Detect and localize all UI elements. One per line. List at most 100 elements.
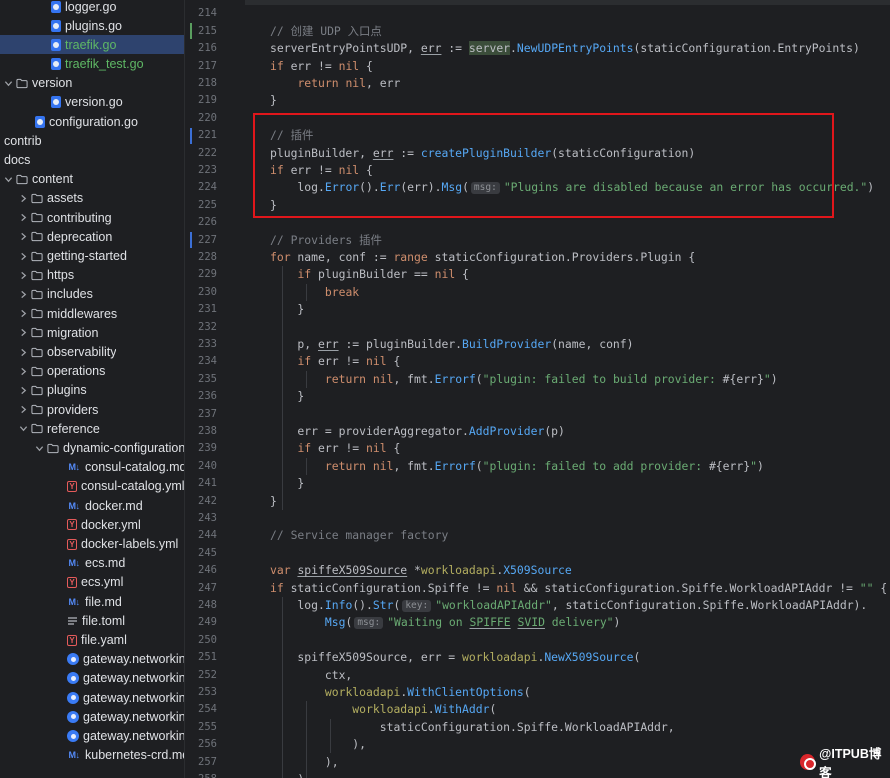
code-token: nil xyxy=(366,354,387,369)
line-number: 255 xyxy=(198,720,217,733)
tree-item[interactable]: dynamic-configuration xyxy=(0,439,185,458)
code-token: ), xyxy=(270,737,367,752)
chevron-right-icon[interactable] xyxy=(17,365,29,377)
tree-item[interactable]: gateway.networking.k8s.io_gateways.yaml xyxy=(0,669,184,688)
tree-item[interactable]: file.toml xyxy=(0,611,184,630)
tree-item[interactable]: Yfile.yaml xyxy=(0,631,184,650)
code-line: break xyxy=(270,284,359,301)
code-token: err != xyxy=(283,58,339,73)
chevron-right-icon[interactable] xyxy=(17,384,29,396)
chevron-right-icon[interactable] xyxy=(17,327,29,339)
chevron-right-icon[interactable] xyxy=(17,231,29,243)
code-token: (staticConfiguration.EntryPoints) xyxy=(633,41,860,56)
tree-item[interactable]: M↓ kubernetes-crd.md xyxy=(0,746,185,765)
tree-item[interactable]: M↓ consul-catalog.md xyxy=(0,458,185,477)
tree-item[interactable]: operations xyxy=(0,362,184,381)
chevron-right-icon[interactable] xyxy=(17,250,29,262)
tree-item[interactable]: gateway.networking.k8s.io_httproutes.yam… xyxy=(0,688,184,707)
tree-item[interactable]: Yecs.yml xyxy=(0,573,184,592)
tree-item[interactable]: Ydocker.yml xyxy=(0,515,184,534)
tree-item[interactable]: configuration.go xyxy=(0,112,184,131)
tree-item[interactable]: assets xyxy=(0,189,184,208)
tree-item-label: gateway.networking.k8s.io_tlsroutes.yaml xyxy=(83,729,185,744)
code-token: WithClientOptions xyxy=(407,684,524,699)
code-line: } xyxy=(270,92,277,109)
tree-item[interactable]: gateway.networking.k8s.io_gatewayclasses… xyxy=(0,650,184,669)
code-token: (name, conf) xyxy=(551,336,634,351)
tree-item[interactable]: content xyxy=(0,170,184,189)
vcs-change-marker[interactable] xyxy=(190,23,192,40)
tree-item-label: version.go xyxy=(65,95,123,110)
chevron-down-icon[interactable] xyxy=(2,173,14,185)
line-number: 219 xyxy=(198,94,217,107)
tree-item[interactable]: deprecation xyxy=(0,227,184,246)
tree-item[interactable]: traefik.go xyxy=(0,35,184,55)
tree-item[interactable]: contributing xyxy=(0,208,184,227)
tree-item[interactable]: https xyxy=(0,266,184,285)
tree-item[interactable]: providers xyxy=(0,400,184,419)
tree-item[interactable]: contrib xyxy=(0,131,184,150)
code-token: if xyxy=(297,354,312,369)
tree-item[interactable]: includes xyxy=(0,285,184,304)
tree-item[interactable]: version xyxy=(0,74,184,93)
line-number: 228 xyxy=(198,250,217,263)
folder-icon xyxy=(31,231,43,243)
tree-item[interactable]: plugins.go xyxy=(0,16,184,35)
chevron-right-icon[interactable] xyxy=(17,308,29,320)
code-token: workloadapi xyxy=(352,702,428,717)
code-line: log.Error().Err(err).Msg(msg: "Plugins ar… xyxy=(270,179,874,196)
tree-item[interactable]: plugins xyxy=(0,381,184,400)
tree-item[interactable]: docs xyxy=(0,151,184,170)
vcs-change-marker[interactable] xyxy=(190,232,192,248)
folder-icon xyxy=(31,269,43,281)
code-token: Msg xyxy=(441,180,463,195)
code-token: { xyxy=(359,162,373,177)
folder-icon xyxy=(47,442,59,454)
code-token: (). xyxy=(352,597,373,612)
tree-item[interactable]: gateway.networking.k8s.io_tcproutes.yaml xyxy=(0,707,184,726)
line-number: 227 xyxy=(198,233,217,246)
tree-item[interactable]: reference xyxy=(0,419,184,438)
code-editor[interactable]: // 创建 UDP 入口点 serverEntryPointsUDP, err :… xyxy=(245,0,890,778)
chevron-right-icon[interactable] xyxy=(17,404,29,416)
tree-item-label: dynamic-configuration xyxy=(63,441,185,456)
code-token: delivery" xyxy=(544,615,614,630)
code-token: ( xyxy=(393,597,401,612)
tree-item[interactable]: M↓ file.md xyxy=(0,592,184,611)
folder-icon xyxy=(31,288,43,300)
tree-item[interactable]: observability xyxy=(0,343,184,362)
code-token: (p) xyxy=(544,423,565,438)
line-number: 222 xyxy=(198,146,217,159)
chevron-down-icon[interactable] xyxy=(17,423,29,435)
chevron-right-icon[interactable] xyxy=(17,212,29,224)
chevron-right-icon[interactable] xyxy=(17,288,29,300)
tree-item[interactable]: M↓ docker.md xyxy=(0,496,184,515)
chevron-right-icon[interactable] xyxy=(17,346,29,358)
vcs-change-marker[interactable] xyxy=(190,127,192,144)
indent-guide xyxy=(306,283,307,302)
tree-item[interactable]: logger.go xyxy=(0,0,184,16)
tree-item[interactable]: middlewares xyxy=(0,304,184,323)
code-token: ) xyxy=(613,615,621,630)
code-token: createPluginBuilder xyxy=(420,145,552,160)
tree-item[interactable]: getting-started xyxy=(0,247,184,266)
code-token: { xyxy=(386,354,401,369)
chevron-right-icon[interactable] xyxy=(17,269,29,281)
code-line: // Providers 插件 xyxy=(270,232,382,249)
tree-item[interactable]: traefik_test.go xyxy=(0,55,184,74)
tree-item[interactable]: gateway.networking.k8s.io_tlsroutes.yaml xyxy=(0,727,185,746)
tree-item[interactable]: version.go xyxy=(0,93,184,112)
chevron-down-icon[interactable] xyxy=(33,442,45,454)
chevron-right-icon[interactable] xyxy=(17,192,29,204)
tree-item[interactable]: Yconsul-catalog.yml xyxy=(0,477,184,496)
tree-item[interactable]: M↓ ecs.md xyxy=(0,554,184,573)
chevron-down-icon[interactable] xyxy=(2,77,14,89)
tree-item[interactable]: migration xyxy=(0,323,184,342)
tree-item-label: observability xyxy=(47,345,117,360)
code-token: // 创建 UDP 入口点 xyxy=(270,23,382,38)
code-token: pluginBuilder, xyxy=(270,145,373,160)
tree-item[interactable]: Ydocker-labels.yml xyxy=(0,535,184,554)
